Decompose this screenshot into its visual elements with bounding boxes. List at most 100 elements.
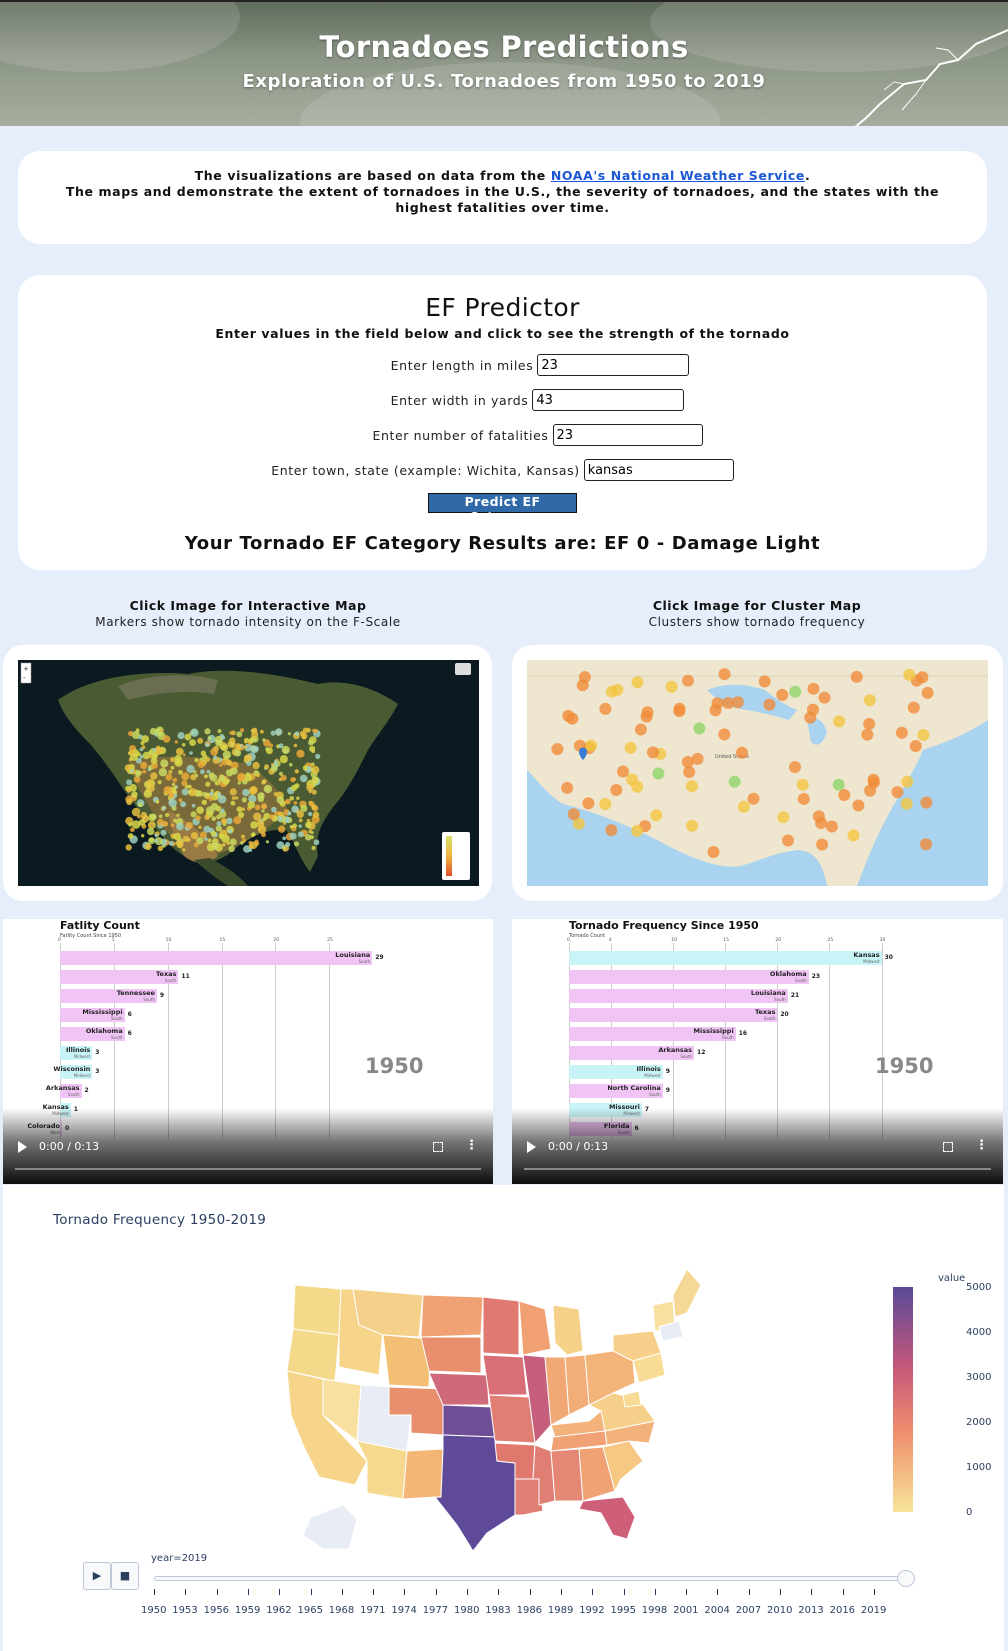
length-row: Enter length in miles — [18, 353, 987, 377]
town-input[interactable] — [583, 459, 734, 481]
more-options-icon[interactable]: ⋮ — [465, 1138, 478, 1153]
slider-year-label[interactable]: 1962 — [266, 1605, 291, 1616]
bar-label: Kansas — [853, 951, 880, 959]
slider-year-label[interactable]: 1986 — [517, 1605, 542, 1616]
slider-tick — [216, 1589, 218, 1595]
axis-tick-label: 20 — [273, 938, 280, 943]
axis-tick-label: 0 — [58, 938, 61, 943]
slider-year-label[interactable]: 1971 — [360, 1605, 385, 1616]
slider-year-label[interactable]: 2010 — [767, 1605, 792, 1616]
slider-year-label[interactable]: 2007 — [736, 1605, 761, 1616]
bar-label: Illinois — [636, 1065, 661, 1073]
bar: Mississippi South 6 — [60, 1008, 132, 1022]
slider-year-label[interactable]: 1977 — [423, 1605, 448, 1616]
bar: Texas South 20 — [569, 1008, 789, 1022]
slider-year-label[interactable]: 1968 — [329, 1605, 354, 1616]
play-icon[interactable] — [18, 1141, 27, 1153]
bar-label: North Carolina — [607, 1084, 661, 1092]
slider-year-label[interactable]: 2013 — [798, 1605, 823, 1616]
slider-tick — [373, 1589, 375, 1595]
slider-year-label[interactable]: 1998 — [642, 1605, 667, 1616]
bar-region: South — [143, 997, 155, 1002]
frequency-race-video[interactable]: Tornado Frequency Since 1950 Tornado Cou… — [512, 919, 1003, 1184]
slider-tick — [529, 1589, 531, 1595]
slider-tick — [498, 1589, 500, 1595]
slider-year-label[interactable]: 1983 — [485, 1605, 510, 1616]
slider-tick — [185, 1589, 187, 1595]
us-choropleth-map[interactable] — [283, 1265, 703, 1550]
fatalities-input[interactable] — [552, 424, 703, 446]
width-input[interactable] — [532, 389, 685, 411]
slider-tick — [811, 1589, 813, 1595]
more-options-icon[interactable]: ⋮ — [975, 1138, 988, 1153]
predictor-title: EF Predictor — [425, 293, 580, 322]
width-row: Enter width in yards — [18, 388, 987, 412]
slider-year-label[interactable]: 1953 — [172, 1605, 197, 1616]
bar: Louisiana South 21 — [569, 989, 799, 1003]
slider-tick — [592, 1589, 594, 1595]
bar-value: 6 — [127, 1030, 132, 1037]
slider-year-label[interactable]: 2019 — [861, 1605, 886, 1616]
bar-region: South — [67, 1092, 80, 1097]
slider-current-label: year=2019 — [151, 1553, 208, 1564]
choropleth-panel: Tornado Frequency 1950-2019 value 5000 4… — [3, 1185, 1004, 1651]
axis-tick-label: 10 — [671, 938, 677, 943]
noaa-link[interactable]: NOAA's National Weather Service — [551, 168, 805, 183]
slider-year-labels: 1950 1953 1956 1959 1962 1965 1968 1971 1974 1977… — [141, 1589, 931, 1619]
slider-year-label[interactable]: 1956 — [204, 1605, 229, 1616]
stop-animation-button[interactable]: ■ — [111, 1562, 139, 1590]
length-input[interactable] — [537, 354, 690, 376]
slider-year-label[interactable]: 1992 — [579, 1605, 604, 1616]
play-animation-button[interactable]: ▶ — [83, 1562, 111, 1590]
slider-tick — [686, 1589, 688, 1595]
bar-label: Illinois — [66, 1046, 91, 1054]
bar: Wisconsin Midwest 3 — [53, 1065, 99, 1079]
bar-region: Midwest — [863, 959, 880, 964]
bar-value: 9 — [665, 1068, 670, 1075]
slider-tick — [748, 1589, 750, 1595]
predict-ef-button[interactable]: Predict EF Category — [428, 493, 577, 524]
slider-year-label[interactable]: 1950 — [141, 1605, 166, 1616]
intro-card: The visualizations are based on data fro… — [18, 151, 987, 244]
interactive-map-caption-sub: Markers show tornado intensity on the F-… — [95, 615, 401, 629]
bar-region: South — [110, 1016, 123, 1021]
slider-tick — [247, 1589, 249, 1595]
slider-tick — [310, 1589, 312, 1595]
slider-year-label[interactable]: 1995 — [611, 1605, 636, 1616]
axis-tick-label: 4 — [608, 938, 612, 943]
play-icon[interactable] — [527, 1141, 536, 1153]
fullscreen-icon[interactable] — [943, 1142, 953, 1152]
fullscreen-icon[interactable] — [433, 1142, 443, 1152]
interactive-map-image[interactable]: + - — [18, 660, 479, 886]
colorbar-title: value — [938, 1273, 966, 1284]
slider-year-label[interactable]: 1980 — [454, 1605, 479, 1616]
bar-region: South — [763, 1016, 776, 1021]
bar-value: 3 — [95, 1068, 100, 1075]
axis-tick-label: 10 — [165, 938, 172, 943]
slider-year-label[interactable]: 2016 — [830, 1605, 855, 1616]
year-slider-track[interactable] — [154, 1576, 902, 1581]
cluster-map-image[interactable]: United States — [527, 660, 988, 886]
cluster-map-caption: Click Image for Cluster Map Clusters sho… — [517, 598, 997, 629]
slider-year-label[interactable]: 1965 — [298, 1605, 323, 1616]
cluster-map: United States — [527, 660, 988, 886]
slider-year-label[interactable]: 1959 — [235, 1605, 260, 1616]
fatality-race-video[interactable]: Fatlity Count Fatlity Count Since 1950 0… — [3, 919, 493, 1184]
slider-year-label[interactable]: 1989 — [548, 1605, 573, 1616]
video-progress-bar[interactable] — [524, 1168, 991, 1170]
slider-year-label[interactable]: 2004 — [704, 1605, 729, 1616]
bar-value: 16 — [738, 1030, 748, 1037]
bar: Mississippi South 16 — [569, 1027, 747, 1041]
video-time: 0:00 / 0:13 — [548, 1140, 609, 1153]
bar: Louisiana South 29 — [60, 951, 384, 965]
intro-text-suffix: . — [804, 168, 811, 183]
bar-region: South — [795, 978, 807, 983]
slider-year-label[interactable]: 2001 — [673, 1605, 698, 1616]
slider-tick — [154, 1589, 155, 1595]
slider-year-label[interactable]: 1974 — [391, 1605, 416, 1616]
year-slider-handle[interactable] — [897, 1570, 915, 1587]
video-year-label: 1950 — [875, 1054, 934, 1078]
bar-region: South — [680, 1054, 693, 1059]
video-progress-bar[interactable] — [15, 1168, 481, 1170]
video-controls: 0:00 / 0:13 ⋮ — [512, 1108, 1003, 1184]
